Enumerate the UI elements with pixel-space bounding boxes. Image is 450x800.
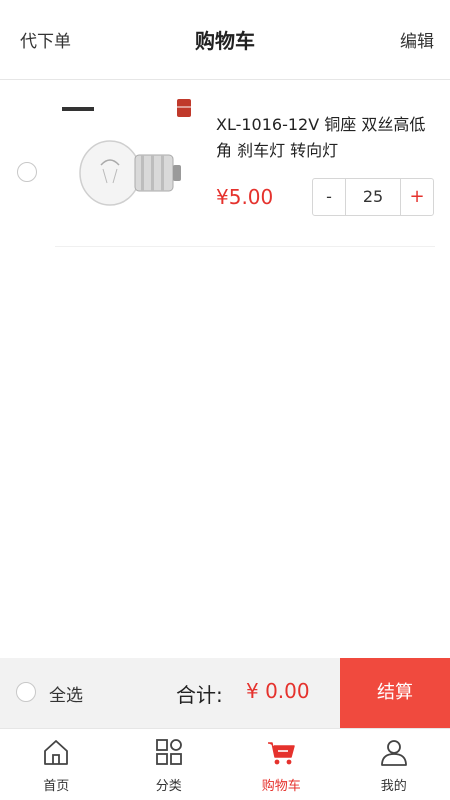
tab-mine[interactable]: 我的 [338,729,450,800]
home-icon [41,737,71,767]
product-name[interactable]: XL-1016-12V 铜座 双丝高低角 刹车灯 转向灯 [216,112,438,164]
top-bar: 代下单 购物车 编辑 [0,0,450,80]
tab-category[interactable]: 分类 [113,729,226,800]
tab-home[interactable]: 首页 [0,729,113,800]
divider [55,246,435,247]
cart-item: XL-1016-12V 铜座 双丝高低角 刹车灯 转向灯 ¥5.00 - 25 … [0,80,450,248]
tab-label: 分类 [155,779,182,794]
product-image[interactable] [55,95,200,225]
tab-label: 我的 [380,779,407,794]
page-title: 购物车 [195,29,255,53]
checkout-button[interactable]: 结算 [340,658,450,728]
increase-button[interactable]: + [401,179,433,215]
tab-cart[interactable]: 购物车 [225,729,338,800]
quantity-stepper: - 25 + [312,178,434,216]
user-icon [379,737,409,767]
checkout-bar: 全选 合计: ¥ 0.00 结算 [0,658,450,728]
cart-icon [266,737,296,767]
edit-button[interactable]: 编辑 [400,27,434,52]
bottom-tab-bar: 首页 分类 购物车 我的 [0,728,450,800]
select-all-label[interactable]: 全选 [49,681,83,706]
product-price: ¥5.00 [216,185,274,209]
grid-icon [154,737,184,767]
total-amount: ¥ 0.00 [246,679,310,703]
tab-label: 首页 [43,779,70,794]
decrease-button[interactable]: - [313,179,345,215]
total-label: 合计: [176,683,223,707]
tab-label: 购物车 [261,779,301,794]
item-select-radio[interactable] [17,162,37,182]
quantity-input[interactable]: 25 [345,179,401,215]
select-all-radio[interactable] [16,682,36,702]
